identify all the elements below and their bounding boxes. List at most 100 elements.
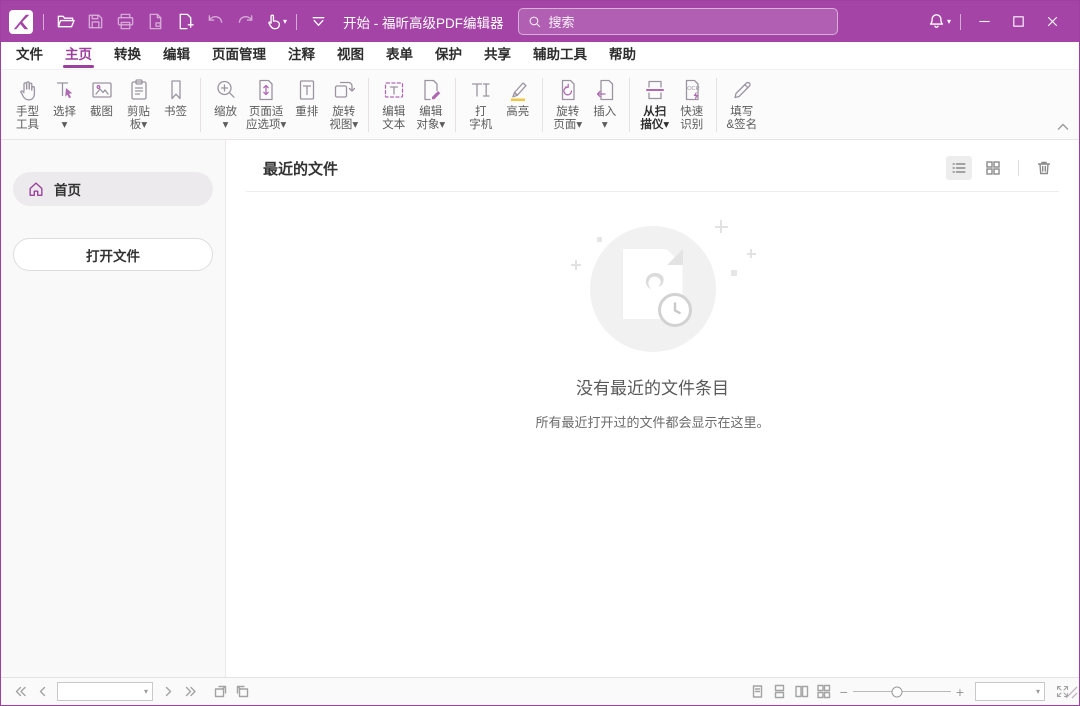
from-scanner-button[interactable]: 从扫 描仪▾ bbox=[636, 76, 673, 132]
highlight-button[interactable]: 高亮 bbox=[499, 76, 536, 119]
hand-tool-button[interactable]: 手型 工具 bbox=[9, 76, 46, 132]
clipboard-icon bbox=[126, 76, 152, 104]
dropdown-caret-icon: ▾ bbox=[947, 17, 951, 26]
edit-text-icon bbox=[381, 76, 407, 104]
snapshot-button[interactable]: 截图 bbox=[83, 76, 120, 119]
select-tool-button[interactable]: 选择 ▾ bbox=[46, 76, 83, 132]
previous-view-button[interactable] bbox=[209, 682, 231, 702]
hand-pointer-button[interactable]: ▾ bbox=[260, 8, 290, 36]
empty-state-illustration bbox=[575, 226, 731, 352]
ribbon-item-label: 手型 工具 bbox=[16, 106, 39, 132]
share-document-button[interactable] bbox=[140, 8, 170, 36]
next-view-button[interactable] bbox=[231, 682, 253, 702]
tab-view[interactable]: 视图 bbox=[326, 38, 375, 69]
ribbon-item-label: 剪贴 板▾ bbox=[127, 106, 150, 132]
ribbon-item-label: 旋转 页面▾ bbox=[553, 106, 582, 132]
ribbon-item-label: 插入 ▾ bbox=[593, 106, 616, 132]
tab-page-organize[interactable]: 页面管理 bbox=[201, 38, 277, 69]
quick-ocr-button[interactable]: OCR 快速 识别 bbox=[673, 76, 710, 132]
tab-help[interactable]: 帮助 bbox=[598, 38, 647, 69]
tab-edit[interactable]: 编辑 bbox=[152, 38, 201, 69]
page-number-combobox[interactable]: ▾ bbox=[57, 682, 153, 701]
page-fit-options-button[interactable]: 页面适 应选项▾ bbox=[244, 76, 288, 132]
tab-file[interactable]: 文件 bbox=[5, 38, 54, 69]
zoom-out-button[interactable]: − bbox=[835, 684, 853, 700]
redo-button[interactable] bbox=[230, 8, 260, 36]
delete-recent-button[interactable] bbox=[1031, 156, 1057, 180]
clock-icon bbox=[658, 293, 692, 327]
select-cursor-icon bbox=[52, 76, 78, 104]
first-page-button[interactable] bbox=[9, 682, 31, 702]
continuous-view-button[interactable] bbox=[769, 682, 791, 702]
fill-and-sign-button[interactable]: 填写 &签名 bbox=[723, 76, 760, 132]
document-fold-corner bbox=[667, 249, 683, 265]
tab-convert[interactable]: 转换 bbox=[103, 38, 152, 69]
sidebar-item-home[interactable]: 首页 bbox=[13, 172, 213, 206]
customize-quick-access-button[interactable] bbox=[303, 8, 333, 36]
ribbon-toolbar: 手型 工具 选择 ▾ 截图 剪贴 板▾ bbox=[1, 70, 1079, 140]
list-view-button[interactable] bbox=[946, 156, 972, 180]
new-document-button[interactable] bbox=[170, 8, 200, 36]
facing-continuous-view-button[interactable] bbox=[813, 682, 835, 702]
ribbon-group-divider bbox=[629, 78, 630, 132]
next-page-button[interactable] bbox=[157, 682, 179, 702]
rotate-pages-button[interactable]: 旋转 页面▾ bbox=[549, 76, 586, 132]
clipboard-button[interactable]: 剪贴 板▾ bbox=[120, 76, 157, 132]
snapshot-icon bbox=[89, 76, 115, 104]
zoom-slider-thumb[interactable] bbox=[891, 686, 902, 697]
open-file-sidebar-button[interactable]: 打开文件 bbox=[13, 238, 213, 271]
reflow-icon bbox=[294, 76, 320, 104]
tab-home[interactable]: 主页 bbox=[54, 38, 103, 69]
bookmark-button[interactable]: 书签 bbox=[157, 76, 194, 119]
minimize-button[interactable] bbox=[967, 7, 1001, 37]
tab-share[interactable]: 共享 bbox=[473, 38, 522, 69]
ribbon-group-sign: 填写 &签名 bbox=[723, 76, 760, 132]
last-page-button[interactable] bbox=[179, 682, 201, 702]
rotate-view-button[interactable]: 旋转 视图▾ bbox=[325, 76, 362, 132]
sparkle-decoration bbox=[747, 249, 756, 258]
empty-state: 没有最近的文件条目 所有最近打开过的文件都会显示在这里。 bbox=[226, 226, 1079, 431]
bookmark-icon bbox=[163, 76, 189, 104]
open-file-button[interactable] bbox=[50, 8, 80, 36]
header-divider bbox=[246, 191, 1059, 192]
zoom-in-button[interactable]: + bbox=[951, 684, 969, 700]
collapse-ribbon-icon[interactable] bbox=[1057, 118, 1069, 136]
reflow-button[interactable]: 重排 bbox=[288, 76, 325, 119]
ribbon-group-divider bbox=[368, 78, 369, 132]
undo-button[interactable] bbox=[200, 8, 230, 36]
zoom-tool-button[interactable]: 缩放 ▾ bbox=[207, 76, 244, 132]
edit-object-icon bbox=[418, 76, 444, 104]
typewriter-button[interactable]: 打 字机 bbox=[462, 76, 499, 132]
zoom-level-combobox[interactable]: ▾ bbox=[975, 682, 1045, 701]
ribbon-group-comment: 打 字机 高亮 bbox=[462, 76, 536, 132]
resize-grip-icon[interactable] bbox=[1064, 685, 1078, 704]
save-button[interactable] bbox=[80, 8, 110, 36]
search-input[interactable]: 搜索 bbox=[518, 8, 838, 35]
empty-state-title: 没有最近的文件条目 bbox=[576, 374, 729, 399]
print-button[interactable] bbox=[110, 8, 140, 36]
previous-page-button[interactable] bbox=[31, 682, 53, 702]
titlebar-separator bbox=[960, 14, 961, 30]
foxit-watermark-icon bbox=[637, 267, 669, 299]
close-button[interactable] bbox=[1035, 7, 1069, 37]
facing-view-button[interactable] bbox=[791, 682, 813, 702]
ribbon-item-label: 重排 bbox=[295, 106, 318, 119]
grid-view-button[interactable] bbox=[980, 156, 1006, 180]
insert-pages-button[interactable]: 插入 ▾ bbox=[586, 76, 623, 132]
titlebar: ▾ 开始 - 福昕高级PDF编辑器 搜索 ▾ bbox=[1, 1, 1079, 42]
ribbon-item-label: 缩放 ▾ bbox=[214, 106, 237, 132]
single-page-view-button[interactable] bbox=[747, 682, 769, 702]
zoom-slider[interactable] bbox=[853, 682, 951, 702]
tab-form[interactable]: 表单 bbox=[375, 38, 424, 69]
notifications-bell-button[interactable]: ▾ bbox=[924, 8, 954, 36]
sparkle-decoration bbox=[731, 270, 737, 276]
ribbon-group-divider bbox=[716, 78, 717, 132]
edit-object-button[interactable]: 编辑 对象▾ bbox=[412, 76, 449, 132]
tab-comment[interactable]: 注释 bbox=[277, 38, 326, 69]
titlebar-separator bbox=[296, 14, 297, 30]
edit-text-button[interactable]: 编辑 文本 bbox=[375, 76, 412, 132]
tab-protect[interactable]: 保护 bbox=[424, 38, 473, 69]
titlebar-separator bbox=[43, 14, 44, 30]
maximize-button[interactable] bbox=[1001, 7, 1035, 37]
tab-accessibility[interactable]: 辅助工具 bbox=[522, 38, 598, 69]
